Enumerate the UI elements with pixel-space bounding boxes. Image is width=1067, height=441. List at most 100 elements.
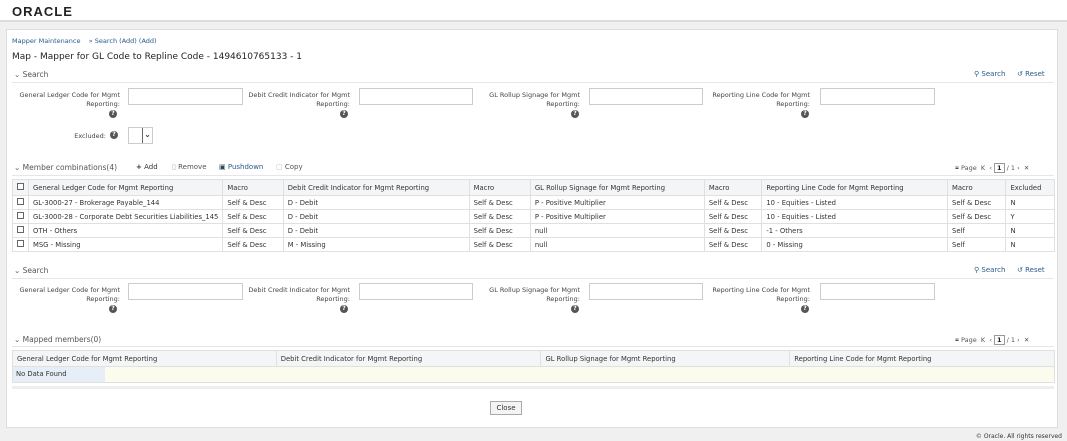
column-header[interactable]: General Ledger Code for Mgmt Reporting (27, 179, 224, 196)
table-cell: MSG - Missing (27, 237, 224, 252)
breadcrumb-mapper-maintenance[interactable]: Mapper Maintenance (12, 37, 80, 45)
help-icon[interactable]: ? (571, 305, 579, 313)
table-cell: GL-3000-28 - Corporate Debt Securities L… (27, 209, 224, 224)
help-icon[interactable]: ? (109, 305, 117, 313)
debit-credit-input[interactable] (359, 88, 473, 105)
table-cell: Self (947, 237, 1007, 252)
column-header[interactable]: Excluded (1005, 179, 1055, 196)
gl-rollup-label: GL Rollup Signage for Mgmt Reporting: (489, 91, 580, 108)
next-page-icon[interactable]: › (1017, 164, 1020, 172)
reset-button[interactable]: ↺ Reset (1017, 70, 1045, 78)
column-header[interactable]: Macro (703, 179, 763, 196)
prev-page-icon[interactable]: ‹ (989, 164, 992, 172)
page-number-input[interactable]: 1 (994, 163, 1005, 173)
last-page-icon[interactable]: ✕ (1024, 336, 1029, 344)
select-all-checkbox[interactable] (12, 179, 29, 196)
table-cell: Self & Desc (222, 237, 284, 252)
reset-button-2[interactable]: ↺ Reset (1017, 266, 1045, 274)
divider (12, 82, 1054, 83)
first-page-icon[interactable]: K (981, 336, 985, 344)
table-cell: Self & Desc (222, 195, 284, 210)
column-header[interactable]: Macro (947, 179, 1007, 196)
member-combinations-label: Member combinations(4) (22, 163, 118, 172)
table-cell: N (1005, 195, 1055, 210)
table-row[interactable]: GL-3000-27 - Brokerage Payable_144 Self &… (12, 195, 1055, 210)
reporting-line-input[interactable] (820, 88, 935, 105)
help-icon[interactable]: ? (801, 305, 809, 313)
column-header[interactable]: Debit Credit Indicator for Mgmt Reportin… (282, 179, 470, 196)
plus-icon: + (136, 163, 142, 171)
row-checkbox[interactable] (12, 209, 29, 224)
column-header[interactable]: Macro (222, 179, 284, 196)
search-section-toggle[interactable]: ⌄ Search (14, 70, 48, 79)
add-button[interactable]: + Add (136, 163, 158, 171)
column-header[interactable]: Debit Credit Indicator for Mgmt Reportin… (275, 350, 542, 367)
gl-code-input-2[interactable] (128, 283, 243, 300)
table-header-row: General Ledger Code for Mgmt Reporting M… (12, 179, 1055, 196)
remove-button[interactable]: ▯ Remove (172, 163, 207, 171)
table-row[interactable]: GL-3000-28 - Corporate Debt Securities L… (12, 209, 1055, 224)
pushdown-icon: ▣ (219, 163, 226, 171)
copy-label: Copy (284, 163, 303, 171)
search-section-2-toggle[interactable]: ⌄ Search (14, 266, 48, 275)
table-row[interactable]: MSG - Missing Self & Desc M - Missing Self … (12, 237, 1055, 252)
search-section-label: Search (22, 266, 49, 275)
column-header[interactable]: Reporting Line Code for Mgmt Reporting (789, 350, 1055, 367)
help-icon[interactable]: ? (340, 305, 348, 313)
help-icon[interactable]: ? (571, 110, 579, 118)
column-header[interactable]: GL Rollup Signage for Mgmt Reporting (529, 179, 705, 196)
row-checkbox[interactable] (12, 223, 29, 238)
help-icon[interactable]: ? (110, 131, 118, 139)
next-page-icon[interactable]: › (1017, 336, 1020, 344)
page-size-icon[interactable]: ⩸ (955, 336, 959, 344)
breadcrumb-search[interactable]: » Search (89, 37, 117, 45)
search-section-label: Search (22, 70, 49, 79)
table-cell: 0 - Missing (761, 237, 949, 252)
help-icon[interactable]: ? (340, 110, 348, 118)
column-header[interactable]: Reporting Line Code for Mgmt Reporting (761, 179, 949, 196)
reset-label: Reset (1025, 266, 1045, 274)
first-page-icon[interactable]: K (981, 164, 985, 172)
column-header[interactable]: GL Rollup Signage for Mgmt Reporting (540, 350, 791, 367)
page-number-input[interactable]: 1 (994, 335, 1005, 345)
search-button-2[interactable]: ⚲ Search (974, 266, 1005, 274)
copy-button[interactable]: ▢ Copy (276, 163, 303, 171)
debit-credit-input-2[interactable] (359, 283, 473, 300)
copyright-footer: © Oracle. All rights reserved (975, 433, 1062, 440)
column-header[interactable]: General Ledger Code for Mgmt Reporting (12, 350, 277, 367)
pushdown-button[interactable]: ▣ Pushdown (219, 163, 263, 171)
table-cell: Self (947, 223, 1007, 238)
reporting-line-input-2[interactable] (820, 283, 935, 300)
table-cell: Self & Desc (947, 209, 1007, 224)
gl-rollup-input[interactable] (589, 88, 703, 105)
table-row[interactable]: OTH - Others Self & Desc D - Debit Self & D… (12, 223, 1055, 238)
row-checkbox[interactable] (12, 195, 29, 210)
table-cell: null (529, 223, 705, 238)
gl-code-input[interactable] (128, 88, 243, 105)
page-total: / 1 (1006, 336, 1016, 344)
table-cell: Self & Desc (468, 209, 531, 224)
excluded-select[interactable]: ⌄ (128, 127, 153, 144)
pager-mapped: ⩸ Page K ‹ 1 / 1 › ✕ (955, 335, 1029, 345)
remove-label: Remove (178, 163, 207, 171)
table-cell: 10 - Equities - Listed (761, 209, 949, 224)
page-size-icon[interactable]: ⩸ (955, 164, 959, 172)
debit-credit-label: Debit Credit Indicator for Mgmt Reportin… (248, 286, 350, 303)
breadcrumb-add[interactable]: (Add) (119, 37, 137, 45)
pushdown-label: Pushdown (227, 163, 264, 171)
help-icon[interactable]: ? (109, 110, 117, 118)
page-total: / 1 (1006, 164, 1016, 172)
mapped-members-toggle[interactable]: ⌄ Mapped members(0) (14, 335, 101, 344)
close-button[interactable]: Close (490, 401, 522, 415)
last-page-icon[interactable]: ✕ (1024, 164, 1029, 172)
gl-rollup-input-2[interactable] (589, 283, 703, 300)
member-combinations-toggle[interactable]: ⌄ Member combinations(4) (14, 163, 117, 172)
row-checkbox[interactable] (12, 237, 29, 252)
column-header[interactable]: Macro (468, 179, 531, 196)
search-button[interactable]: ⚲ Search (974, 70, 1005, 78)
no-data-message: No Data Found (13, 367, 105, 382)
help-icon[interactable]: ? (801, 110, 809, 118)
trash-icon: ▯ (172, 163, 176, 171)
chevron-down-icon: ⌄ (142, 128, 152, 143)
prev-page-icon[interactable]: ‹ (989, 336, 992, 344)
